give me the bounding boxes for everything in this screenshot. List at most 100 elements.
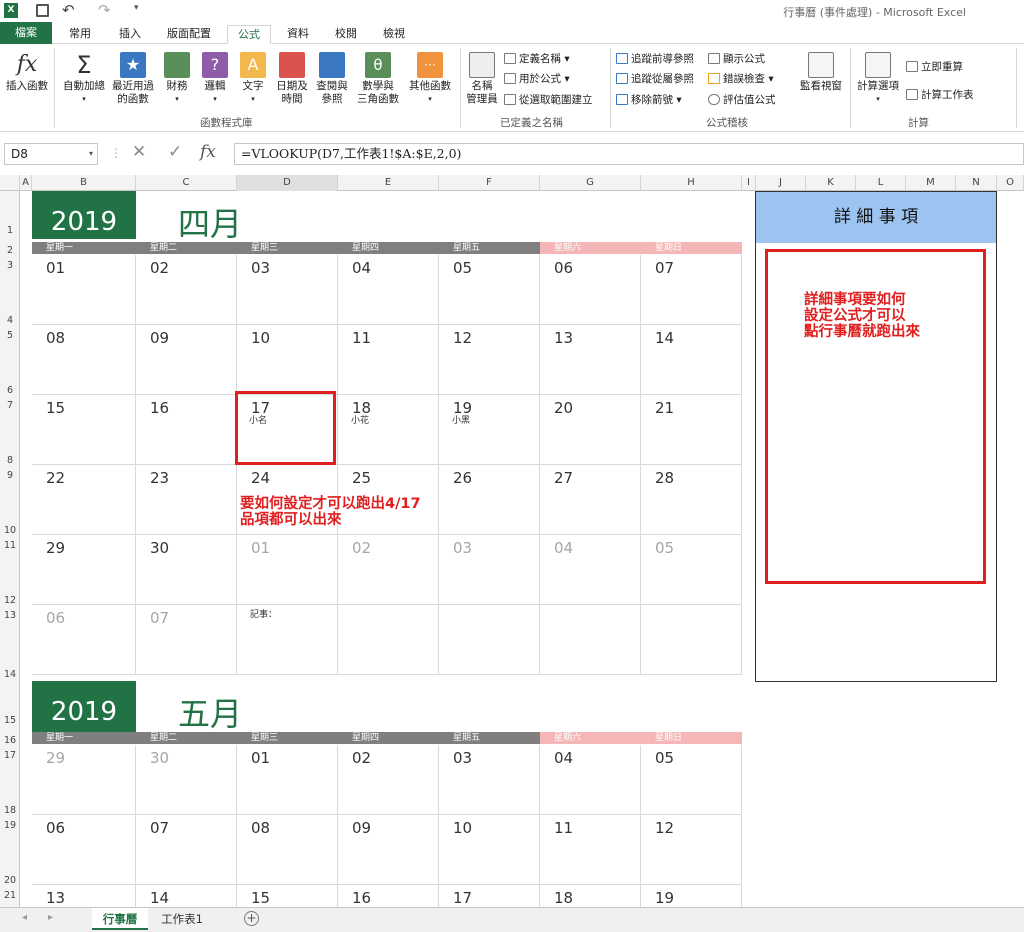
- row-header-19[interactable]: 19: [0, 820, 20, 831]
- april-day-number[interactable]: 02: [352, 539, 371, 557]
- may-day-number[interactable]: 18: [554, 889, 573, 907]
- april-day-number[interactable]: 04: [352, 259, 371, 277]
- add-sheet-icon[interactable]: +: [244, 911, 259, 926]
- col-header-k[interactable]: K: [806, 175, 856, 191]
- april-day-number[interactable]: 24: [251, 469, 270, 487]
- col-header-a[interactable]: A: [20, 175, 32, 191]
- april-day-number[interactable]: 05: [655, 539, 674, 557]
- datetime-button[interactable]: 日期及 時間: [274, 52, 310, 106]
- trace-precedents-button[interactable]: 追蹤前導參照: [616, 52, 694, 66]
- april-day-number[interactable]: 14: [655, 329, 674, 347]
- financial-button[interactable]: 財務 ▾: [160, 52, 194, 106]
- row-header-14[interactable]: 14: [0, 669, 20, 680]
- col-header-c[interactable]: C: [136, 175, 237, 191]
- row-header-7[interactable]: 7: [0, 400, 20, 411]
- col-header-f[interactable]: F: [439, 175, 540, 191]
- row-header-11[interactable]: 11: [0, 540, 20, 551]
- row-header-8[interactable]: 8: [0, 455, 20, 466]
- row-header-4[interactable]: 4: [0, 315, 20, 326]
- calculate-now-button[interactable]: 立即重算: [906, 60, 963, 74]
- error-checking-button[interactable]: 錯誤檢查 ▾: [708, 72, 774, 86]
- save-icon[interactable]: [36, 4, 49, 17]
- sheet-tab-calendar[interactable]: 行事曆: [92, 908, 148, 930]
- may-day-number[interactable]: 14: [150, 889, 169, 907]
- april-day-number[interactable]: 16: [150, 399, 169, 417]
- april-cell[interactable]: [641, 605, 742, 675]
- insert-function-button[interactable]: fx 插入函數: [4, 52, 50, 93]
- row-header-9[interactable]: 9: [0, 470, 20, 481]
- trace-dependents-button[interactable]: 追蹤從屬參照: [616, 72, 694, 86]
- select-all-corner[interactable]: [0, 175, 20, 191]
- may-day-number[interactable]: 15: [251, 889, 270, 907]
- row-header-5[interactable]: 5: [0, 330, 20, 341]
- col-header-h[interactable]: H: [641, 175, 742, 191]
- row-header-15[interactable]: 15: [0, 715, 20, 726]
- cancel-icon[interactable]: ✕: [132, 142, 146, 162]
- tab-review[interactable]: 校閱: [324, 25, 368, 44]
- tab-data[interactable]: 資料: [276, 25, 320, 44]
- col-header-g[interactable]: G: [540, 175, 641, 191]
- april-day-number[interactable]: 11: [352, 329, 371, 347]
- april-day-number[interactable]: 29: [46, 539, 65, 557]
- row-header-10[interactable]: 10: [0, 525, 20, 536]
- may-day-number[interactable]: 16: [352, 889, 371, 907]
- april-day-number[interactable]: 09: [150, 329, 169, 347]
- april-day-number[interactable]: 08: [46, 329, 65, 347]
- april-day-number[interactable]: 25: [352, 469, 371, 487]
- may-day-number[interactable]: 09: [352, 819, 371, 837]
- text-button[interactable]: A 文字 ▾: [236, 52, 270, 106]
- may-day-number[interactable]: 07: [150, 819, 169, 837]
- note-18[interactable]: 小花: [351, 413, 369, 426]
- calculation-options-button[interactable]: 計算選項 ▾: [854, 52, 902, 106]
- row-header-20[interactable]: 20: [0, 875, 20, 886]
- col-header-j[interactable]: J: [756, 175, 806, 191]
- may-day-number[interactable]: 08: [251, 819, 270, 837]
- may-day-number[interactable]: 29: [46, 749, 65, 767]
- row-header-3[interactable]: 3: [0, 260, 20, 271]
- may-day-number[interactable]: 13: [46, 889, 65, 907]
- april-day-number[interactable]: 15: [46, 399, 65, 417]
- redo-icon[interactable]: ↷: [98, 1, 111, 19]
- scroll-right-icon[interactable]: ▸: [48, 912, 53, 923]
- autosum-button[interactable]: Σ 自動加總 ▾: [60, 52, 108, 106]
- tab-formulas[interactable]: 公式: [227, 25, 271, 44]
- col-header-d[interactable]: D: [237, 175, 338, 191]
- april-day-number[interactable]: 03: [251, 259, 270, 277]
- watch-window-button[interactable]: 監看視窗: [796, 52, 846, 93]
- note-19[interactable]: 小黑: [452, 413, 470, 426]
- april-day-number[interactable]: 26: [453, 469, 472, 487]
- tab-insert[interactable]: 插入: [108, 25, 152, 44]
- tab-page-layout[interactable]: 版面配置: [158, 25, 220, 44]
- april-day-number[interactable]: 20: [554, 399, 573, 417]
- remove-arrows-button[interactable]: 移除箭號 ▾: [616, 93, 682, 107]
- quick-access-menu-icon[interactable]: ▾: [134, 3, 139, 13]
- undo-icon[interactable]: ↶: [62, 1, 75, 19]
- col-header-m[interactable]: M: [906, 175, 956, 191]
- may-day-number[interactable]: 19: [655, 889, 674, 907]
- april-day-number[interactable]: 07: [150, 609, 169, 627]
- may-day-number[interactable]: 17: [453, 889, 472, 907]
- use-in-formula-button[interactable]: 用於公式 ▾: [504, 72, 570, 86]
- tab-file[interactable]: 檔案: [0, 22, 52, 44]
- math-button[interactable]: θ 數學與 三角函數: [352, 52, 404, 106]
- may-day-number[interactable]: 05: [655, 749, 674, 767]
- row-header-21[interactable]: 21: [0, 890, 20, 901]
- april-cell[interactable]: [439, 605, 540, 675]
- show-formulas-button[interactable]: 顯示公式: [708, 52, 765, 66]
- lookup-button[interactable]: 查閱與 參照: [312, 52, 352, 106]
- april-day-number[interactable]: 10: [251, 329, 270, 347]
- april-day-number[interactable]: 05: [453, 259, 472, 277]
- may-day-number[interactable]: 02: [352, 749, 371, 767]
- create-from-selection-button[interactable]: 從選取範圍建立: [504, 93, 593, 107]
- col-header-b[interactable]: B: [32, 175, 136, 191]
- col-header-i[interactable]: I: [742, 175, 756, 191]
- scroll-left-icon[interactable]: ◂: [22, 912, 27, 923]
- evaluate-formula-button[interactable]: 評估值公式: [708, 93, 776, 107]
- april-day-number[interactable]: 02: [150, 259, 169, 277]
- may-day-number[interactable]: 12: [655, 819, 674, 837]
- tab-view[interactable]: 檢視: [372, 25, 416, 44]
- row-header-12[interactable]: 12: [0, 595, 20, 606]
- may-day-number[interactable]: 30: [150, 749, 169, 767]
- row-header-18[interactable]: 18: [0, 805, 20, 816]
- april-day-number[interactable]: 06: [46, 609, 65, 627]
